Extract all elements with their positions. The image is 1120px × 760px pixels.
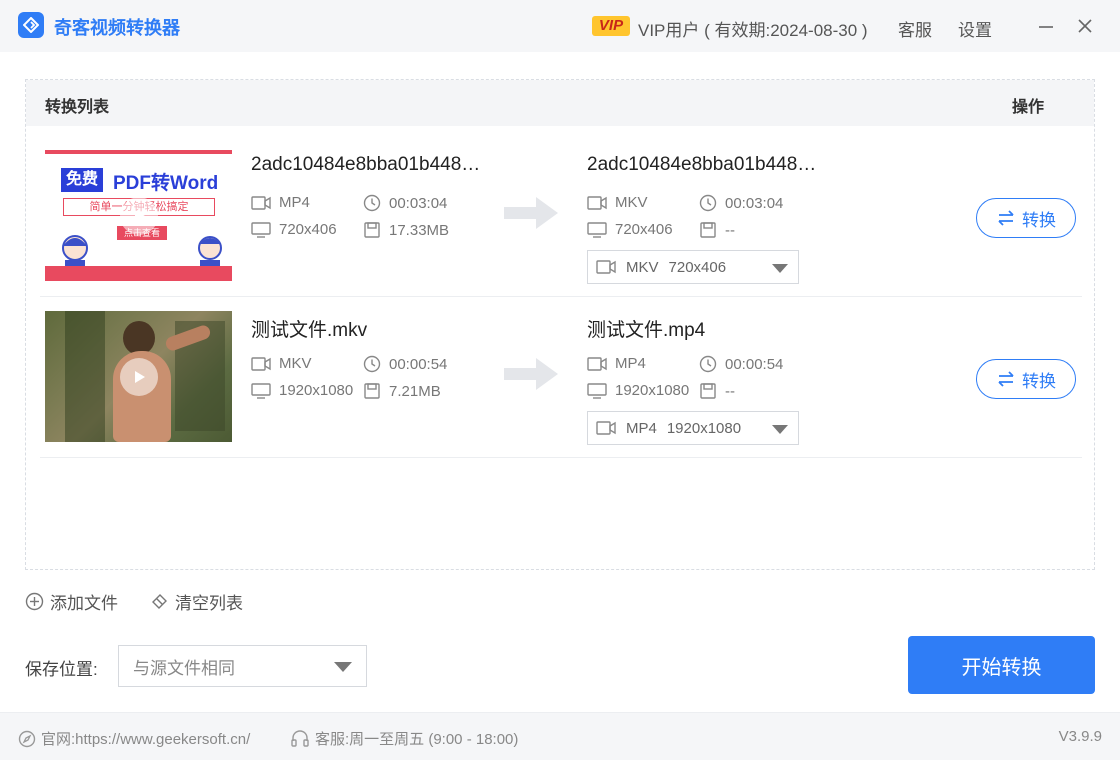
- title-bar: 奇客视频转换器 VIP VIP用户 ( 有效期:2024-08-30 ) 客服 …: [0, 0, 1120, 52]
- source-size: 7.21MB: [363, 382, 441, 400]
- source-format: MP4: [251, 194, 310, 211]
- save-location-label: 保存位置:: [25, 660, 98, 679]
- target-size: --: [699, 221, 735, 239]
- list-header: 转换列表 操作: [26, 80, 1094, 126]
- arrow-right-icon: [504, 358, 558, 390]
- plus-circle-icon: [25, 592, 44, 611]
- clear-list-button[interactable]: 清空列表: [150, 589, 243, 614]
- monitor-icon: [587, 221, 607, 238]
- close-icon: [1078, 19, 1092, 33]
- target-resolution: 1920x1080: [587, 382, 689, 399]
- save-disk-icon: [364, 222, 380, 238]
- source-resolution: 720x406: [251, 221, 337, 238]
- add-file-button[interactable]: 添加文件: [25, 589, 118, 614]
- app-title: 奇客视频转换器: [54, 18, 180, 38]
- clock-icon: [363, 355, 381, 373]
- video-thumbnail[interactable]: [45, 311, 232, 442]
- target-format: MKV: [587, 194, 648, 211]
- play-icon[interactable]: [120, 197, 158, 235]
- convert-button[interactable]: 转换: [976, 359, 1076, 399]
- clock-icon: [699, 355, 717, 373]
- clock-icon: [363, 194, 381, 212]
- monitor-icon: [251, 221, 271, 238]
- thumb-badge: 免费: [61, 168, 104, 192]
- arrow-right-icon: [504, 197, 558, 229]
- app-logo-icon: [18, 12, 44, 38]
- settings-link[interactable]: 设置: [958, 16, 992, 41]
- app-version: V3.9.9: [1058, 728, 1102, 745]
- convert-button[interactable]: 转换: [976, 198, 1076, 238]
- clock-icon: [699, 194, 717, 212]
- output-format-select[interactable]: MP4 1920x1080: [587, 411, 799, 445]
- compass-icon: [18, 730, 36, 747]
- conversion-list: 转换列表 操作 免费 PDF转Word 简单一分钟轻松搞定 点击查看 2adc1…: [25, 79, 1095, 570]
- monitor-icon: [251, 382, 271, 399]
- save-disk-icon: [700, 383, 716, 399]
- footer: 官网:https://www.geekersoft.cn/ 客服:周一至周五 (…: [0, 712, 1120, 760]
- chevron-down-icon: [334, 662, 352, 672]
- save-disk-icon: [364, 383, 380, 399]
- support-link[interactable]: 客服: [898, 16, 932, 41]
- vip-status: VIP用户 ( 有效期:2024-08-30 ): [638, 21, 868, 40]
- source-file-name: 2adc10484e8bba01b448…: [251, 154, 481, 175]
- select-format: MKV: [626, 258, 659, 276]
- start-convert-button[interactable]: 开始转换: [908, 636, 1095, 694]
- video-format-icon: [251, 356, 271, 371]
- swap-icon: [998, 371, 1014, 387]
- target-file-name: 测试文件.mp4: [587, 320, 706, 341]
- video-format-icon: [251, 195, 271, 210]
- play-icon[interactable]: [120, 358, 158, 396]
- list-header-title: 转换列表: [45, 99, 110, 116]
- thumb-title: PDF转Word: [113, 173, 219, 194]
- target-duration: 00:03:04: [699, 194, 783, 212]
- website-link[interactable]: 官网:https://www.geekersoft.cn/: [18, 728, 250, 749]
- vip-badge: VIP: [592, 16, 630, 36]
- target-file-name: 2adc10484e8bba01b448…: [587, 154, 817, 175]
- chevron-down-icon: [772, 425, 788, 434]
- list-item: 免费 PDF转Word 简单一分钟轻松搞定 点击查看 2adc10484e8bb…: [40, 136, 1082, 297]
- minimize-icon: [1039, 26, 1053, 28]
- swap-icon: [998, 210, 1014, 226]
- target-resolution: 720x406: [587, 221, 673, 238]
- source-duration: 00:03:04: [363, 194, 447, 212]
- list-item: 测试文件.mkv MKV 00:00:54 1920x1080 7.21MB 测…: [40, 297, 1082, 458]
- target-duration: 00:00:54: [699, 355, 783, 373]
- select-resolution: 720x406: [668, 258, 727, 276]
- service-hours: 客服:周一至周五 (9:00 - 18:00): [290, 728, 518, 749]
- video-format-icon: [596, 260, 616, 274]
- select-format: MP4: [626, 419, 657, 437]
- target-format: MP4: [587, 355, 646, 372]
- source-file-name: 测试文件.mkv: [251, 320, 368, 341]
- select-resolution: 1920x1080: [666, 419, 742, 437]
- video-format-icon: [587, 195, 607, 210]
- minimize-button[interactable]: [1034, 14, 1058, 38]
- eraser-icon: [152, 594, 167, 609]
- list-header-actions: 操作: [1011, 99, 1044, 116]
- save-location-select[interactable]: 与源文件相同: [118, 645, 367, 687]
- chevron-down-icon: [772, 264, 788, 273]
- save-disk-icon: [700, 222, 716, 238]
- source-duration: 00:00:54: [363, 355, 447, 373]
- target-size: --: [699, 382, 735, 400]
- monitor-icon: [587, 382, 607, 399]
- output-format-select[interactable]: MKV 720x406: [587, 250, 799, 284]
- source-format: MKV: [251, 355, 312, 372]
- source-resolution: 1920x1080: [251, 382, 353, 399]
- video-thumbnail[interactable]: 免费 PDF转Word 简单一分钟轻松搞定 点击查看: [45, 150, 232, 281]
- video-format-icon: [587, 356, 607, 371]
- headset-icon: [291, 729, 309, 747]
- source-size: 17.33MB: [363, 221, 449, 239]
- close-button[interactable]: [1073, 14, 1097, 38]
- video-format-icon: [596, 421, 616, 435]
